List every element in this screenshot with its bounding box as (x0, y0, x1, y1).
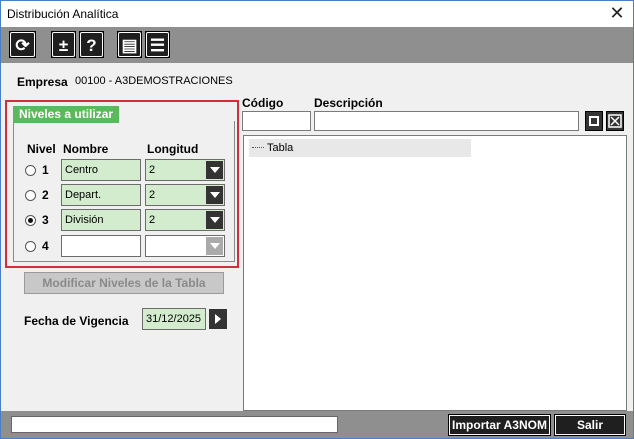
nivel-3-number: 3 (42, 213, 49, 227)
tree-view[interactable]: Tabla (243, 135, 627, 411)
content-area: Empresa 00100 - A3DEMOSTRACIONES Niveles… (1, 63, 633, 411)
importar-label: Importar A3NOM (449, 415, 550, 435)
nivel-row-2: 2 Depart. 2 (7, 184, 237, 208)
nivel-2-length-select[interactable]: 2 (145, 184, 225, 206)
salir-label: Salir (555, 415, 625, 435)
header-nombre: Nombre (63, 142, 109, 156)
status-bar: Importar A3NOM Salir (1, 411, 633, 438)
codigo-label: Código (242, 96, 284, 110)
nivel-2-length-value: 2 (149, 189, 156, 201)
nivel-row-3: 3 División 2 (7, 209, 237, 233)
refresh-button[interactable]: ⟳ (9, 31, 36, 58)
nivel-3-length-select[interactable]: 2 (145, 209, 225, 231)
nivel-3-name-field[interactable]: División (61, 209, 141, 231)
help-button[interactable]: ? (79, 31, 104, 58)
chevron-down-icon[interactable] (206, 237, 223, 255)
nivel-4-radio[interactable] (25, 241, 36, 252)
nivel-1-number: 1 (42, 163, 49, 177)
clear-icon (608, 114, 622, 128)
toolbar: ⟳ ± ? ▤ ☰ (1, 27, 633, 63)
codigo-input[interactable] (242, 111, 311, 131)
chevron-down-icon[interactable] (206, 186, 223, 204)
nivel-row-4: 4 (7, 235, 237, 259)
empresa-label: Empresa (17, 75, 68, 89)
empresa-value: 00100 - A3DEMOSTRACIONES (75, 75, 233, 87)
importar-a3nom-button[interactable]: Importar A3NOM (448, 414, 551, 436)
nivel-2-number: 2 (42, 188, 49, 202)
clear-button[interactable] (606, 111, 624, 131)
help-icon: ? (80, 32, 103, 57)
nivel-1-length-value: 2 (149, 164, 156, 176)
plus-minus-icon: ± (52, 32, 75, 57)
fecha-field[interactable]: 31/12/2025 (142, 308, 206, 330)
nivel-2-name-field[interactable]: Depart. (61, 184, 141, 206)
nivel-1-name-field[interactable]: Centro (61, 159, 141, 181)
square-icon (589, 116, 599, 126)
close-icon[interactable]: ✕ (607, 3, 627, 23)
print-icon: ▤ (118, 32, 141, 57)
nivel-1-length-select[interactable]: 2 (145, 159, 225, 181)
nivel-row-1: 1 Centro 2 (7, 159, 237, 183)
list-icon: ☰ (146, 32, 169, 57)
title-bar: Distribución Analítica ✕ (1, 1, 633, 27)
niveles-tab: Niveles a utilizar (13, 106, 120, 123)
niveles-group: Niveles a utilizar Nivel Nombre Longitud… (5, 100, 239, 268)
fecha-label: Fecha de Vigencia (24, 314, 129, 328)
header-nivel: Nivel (27, 142, 56, 156)
descripcion-label: Descripción (314, 96, 383, 110)
chevron-right-icon[interactable] (209, 309, 227, 329)
refresh-icon: ⟳ (10, 32, 35, 57)
header-longitud: Longitud (147, 142, 199, 156)
chevron-down-icon[interactable] (206, 211, 223, 229)
window-title: Distribución Analítica (7, 7, 119, 21)
status-field (11, 416, 338, 433)
tree-node-root[interactable]: Tabla (249, 139, 471, 157)
maximize-button[interactable] (585, 111, 603, 131)
nivel-1-radio[interactable] (25, 165, 36, 176)
nivel-2-radio[interactable] (25, 190, 36, 201)
nivel-4-number: 4 (42, 239, 49, 253)
plus-minus-button[interactable]: ± (51, 31, 76, 58)
modificar-niveles-button[interactable]: Modificar Niveles de la Tabla (24, 272, 224, 294)
salir-button[interactable]: Salir (554, 414, 626, 436)
descripcion-input[interactable] (314, 111, 579, 131)
nivel-3-radio[interactable] (25, 215, 36, 226)
tree-node-label: Tabla (267, 142, 294, 154)
nivel-3-length-value: 2 (149, 214, 156, 226)
tree-connector (252, 147, 264, 148)
list-button[interactable]: ☰ (145, 31, 170, 58)
nivel-4-length-select[interactable] (145, 235, 225, 257)
main-window: Distribución Analítica ✕ ⟳ ± ? ▤ ☰ Empre… (0, 0, 634, 439)
print-button[interactable]: ▤ (117, 31, 142, 58)
chevron-down-icon[interactable] (206, 161, 223, 179)
nivel-4-name-field[interactable] (61, 235, 141, 257)
